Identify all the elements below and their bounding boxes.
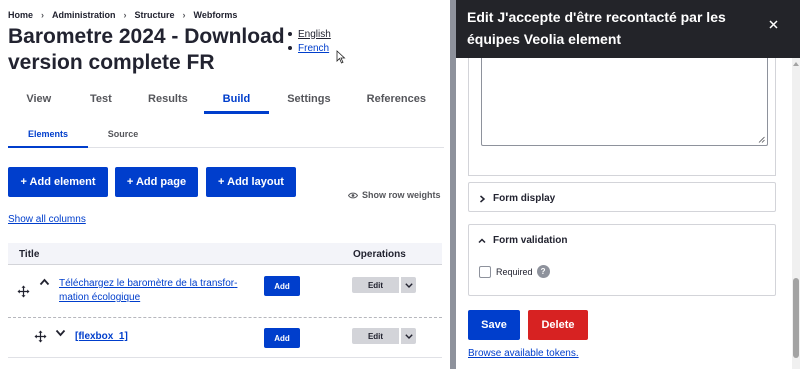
breadcrumb-structure[interactable]: Structure (135, 10, 175, 20)
fieldset-wrapper (468, 58, 776, 176)
chevron-down-icon (404, 333, 413, 339)
tab-references[interactable]: References (349, 88, 444, 114)
table-row: Téléchargez le baromètre de la transfor­… (8, 266, 442, 318)
edit-button[interactable]: Edit (352, 328, 399, 344)
element-title-link[interactable]: [flexbox_1] (75, 330, 128, 344)
form-display-details[interactable]: Form display (468, 182, 776, 212)
close-icon[interactable] (769, 20, 778, 29)
column-header-title: Title (19, 249, 40, 260)
tab-results[interactable]: Results (132, 88, 204, 114)
add-layout-button[interactable]: + Add layout (206, 167, 296, 197)
chevron-up-icon (478, 237, 486, 243)
secondary-tabs: Elements Source (8, 126, 444, 148)
add-element-button[interactable]: + Add element (8, 167, 108, 197)
required-field: Required ? (479, 265, 550, 278)
breadcrumb-separator: › (123, 10, 127, 20)
table-header: Title Operations (8, 243, 442, 265)
form-display-label: Form display (493, 193, 556, 204)
dialog-body: Form display Form validation Required ? … (456, 58, 792, 369)
operations-dropbutton: Edit (352, 277, 416, 293)
form-validation-label: Form validation (493, 235, 568, 246)
language-link-french[interactable]: French (298, 43, 329, 54)
primary-tabs: View Test Results Build Settings Referen… (8, 88, 444, 114)
language-item-french: French (288, 41, 331, 55)
row-weights-label: Show row weights (362, 190, 441, 200)
eye-icon (348, 192, 358, 198)
tab-elements[interactable]: Elements (8, 126, 88, 148)
column-header-operations: Operations (353, 249, 406, 260)
dialog-header: Edit J'accepte d'être recontacté par les… (456, 0, 800, 58)
tab-settings[interactable]: Settings (269, 88, 348, 114)
required-label: Required (496, 266, 533, 277)
tab-source[interactable]: Source (88, 126, 158, 147)
add-button[interactable]: Add (264, 328, 300, 348)
language-switcher: English French (288, 27, 331, 55)
table-row: [flexbox_1] Add Edit (8, 318, 442, 358)
breadcrumb-webforms[interactable]: Webforms (194, 10, 238, 20)
scrollbar-thumb[interactable] (793, 278, 799, 358)
dialog-scrollbar[interactable] (792, 58, 800, 369)
dropbutton-toggle[interactable] (400, 277, 416, 293)
scroll-up-icon[interactable] (793, 62, 799, 66)
show-row-weights-button[interactable]: Show row weights (348, 190, 441, 200)
breadcrumb-separator: › (41, 10, 45, 20)
form-validation-details[interactable]: Form validation Required ? (468, 224, 776, 296)
mouse-cursor-icon (336, 50, 346, 64)
dialog-title: Edit J'accepte d'être recontacté par les… (467, 9, 726, 47)
dropbutton-toggle[interactable] (400, 328, 416, 344)
breadcrumb-home[interactable]: Home (8, 10, 33, 20)
resize-grip-icon[interactable] (758, 136, 765, 143)
drag-handle-icon[interactable] (17, 285, 30, 298)
element-title-link[interactable]: Téléchargez le baromètre de la transfor­… (40, 277, 245, 305)
bullet-icon (288, 32, 292, 36)
webform-build-page: Home › Administration › Structure › Webf… (0, 0, 450, 369)
chevron-right-icon (480, 194, 486, 203)
drag-handle-icon[interactable] (34, 330, 47, 343)
tab-view[interactable]: View (8, 88, 70, 114)
breadcrumb-administration[interactable]: Administration (52, 10, 116, 20)
operations-dropbutton: Edit (352, 328, 416, 344)
add-button[interactable]: Add (264, 276, 300, 296)
browse-tokens-link[interactable]: Browse available tokens. (468, 348, 579, 359)
tab-test[interactable]: Test (70, 88, 133, 114)
language-link-english[interactable]: English (298, 29, 331, 40)
breadcrumb: Home › Administration › Structure › Webf… (8, 10, 237, 20)
breadcrumb-separator: › (182, 10, 186, 20)
description-textarea[interactable] (481, 58, 768, 146)
edit-button[interactable]: Edit (352, 277, 399, 293)
tab-build[interactable]: Build (203, 88, 270, 114)
chevron-down-icon (404, 282, 413, 288)
save-button[interactable]: Save (468, 310, 520, 340)
chevron-down-icon[interactable] (55, 329, 66, 337)
page-title: Barometre 2024 - Download version comple… (8, 25, 285, 74)
language-item-english: English (288, 27, 331, 41)
add-page-button[interactable]: + Add page (115, 167, 198, 197)
form-display-summary[interactable]: Form display (478, 193, 555, 204)
show-all-columns-link[interactable]: Show all columns (8, 214, 86, 225)
delete-button[interactable]: Delete (528, 310, 588, 340)
form-validation-summary[interactable]: Form validation (478, 235, 567, 246)
required-checkbox[interactable] (479, 265, 491, 278)
bullet-icon (288, 46, 292, 50)
off-canvas-dialog: Edit J'accepte d'être recontacté par les… (456, 0, 800, 369)
help-icon[interactable]: ? (536, 265, 550, 278)
